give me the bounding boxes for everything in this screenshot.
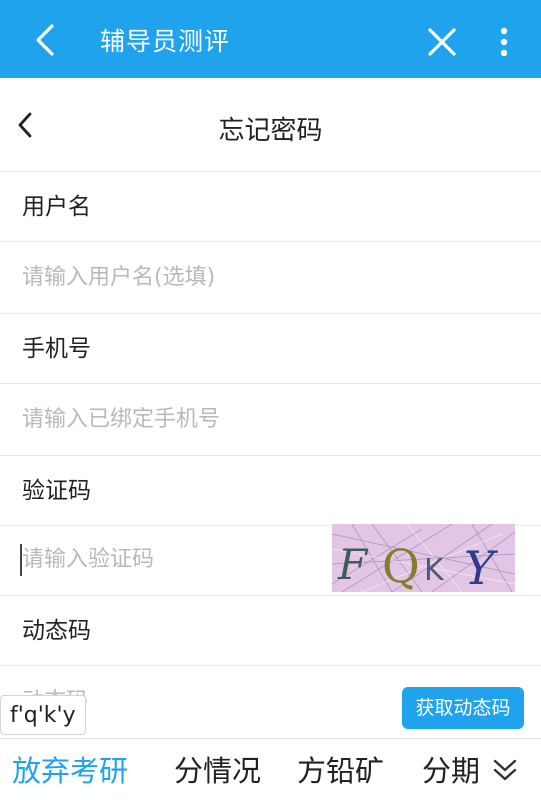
username-label-row: 用户名 [0,172,541,242]
username-placeholder: 请输入用户名(选填) [22,265,216,290]
captcha-label-row: 验证码 [0,456,541,526]
page-header: 忘记密码 [0,78,541,172]
phone-input[interactable]: 请输入已绑定手机号 [0,384,541,456]
app-title: 辅导员测评 [100,27,231,56]
captcha-image[interactable]: F Q K Y [332,524,515,592]
svg-text:Q: Q [382,539,420,592]
phone-label-row: 手机号 [0,314,541,384]
app-bar: 辅导员测评 [0,0,541,78]
ime-candidate[interactable]: 分期 [422,753,480,789]
phone-label: 手机号 [22,336,91,362]
phone-placeholder: 请输入已绑定手机号 [22,407,221,432]
dynamic-label: 动态码 [22,618,91,644]
ime-candidate[interactable]: 方铅矿 [297,753,384,789]
ime-candidate[interactable]: 分情况 [174,753,261,789]
chevron-double-down-icon[interactable] [490,755,520,785]
svg-text:K: K [424,553,445,588]
page-title: 忘记密码 [218,116,323,146]
ime-candidate-bar: 放弃考研 分情况 方铅矿 分期 [0,738,541,800]
captcha-input[interactable]: 请输入验证码 F Q K Y [0,524,541,596]
get-dynamic-code-button[interactable]: 获取动态码 [402,687,524,729]
more-vertical-icon[interactable] [492,22,516,62]
ime-composing-text: f'q'k'y [0,695,86,735]
captcha-placeholder: 请输入验证码 [22,547,155,572]
svg-text:Y: Y [464,541,499,592]
username-label: 用户名 [22,194,91,220]
ime-candidate[interactable]: 放弃考研 [12,753,128,789]
dynamic-label-row: 动态码 [0,596,541,666]
back-arrow-icon[interactable] [28,20,64,60]
svg-text:F: F [337,540,369,589]
close-icon[interactable] [424,24,460,60]
captcha-label: 验证码 [22,478,91,504]
username-input[interactable]: 请输入用户名(选填) [0,242,541,314]
